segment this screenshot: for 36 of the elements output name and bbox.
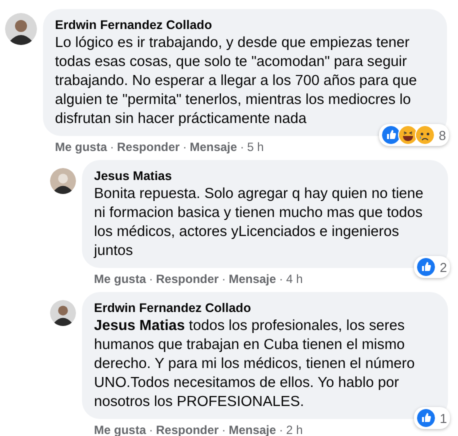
like-icon: [380, 125, 401, 145]
sad-face-icon: [414, 125, 435, 145]
comment-text: Jesus Matias todos los profesionales, los seres humanos que trabajan en Cuba tienen el mismo derecho. Y para mi los médicos, tienen el número UNO.Todos necesitamos de ellos. Yo hablo por nosotros los PROFESIONALES.: [94, 317, 416, 412]
reaction-count: 8: [438, 128, 446, 142]
separator-dot: ·: [149, 423, 154, 436]
author-name[interactable]: Jesus Matias: [94, 168, 436, 185]
reply-link[interactable]: Responder: [156, 272, 219, 286]
separator-dot: ·: [149, 272, 154, 286]
separator-dot: ·: [279, 423, 284, 436]
message-link[interactable]: Mensaje: [228, 272, 276, 286]
timestamp[interactable]: 5 h: [247, 140, 264, 154]
separator-dot: ·: [222, 423, 226, 436]
separator-dot: ·: [279, 272, 284, 286]
separator-dot: ·: [222, 272, 226, 286]
separator-dot: ·: [182, 140, 187, 154]
reaction-count: 2: [440, 260, 447, 274]
timestamp[interactable]: 4 h: [286, 272, 303, 286]
reaction-count: 1: [440, 410, 447, 426]
message-link[interactable]: Mensaje: [190, 140, 238, 154]
like-icon: [416, 257, 436, 277]
avatar[interactable]: [5, 13, 37, 45]
like-icon: [416, 408, 436, 428]
author-name[interactable]: Erdwin Fernandez Collado: [55, 17, 435, 34]
separator-dot: ·: [110, 140, 114, 154]
reply-link[interactable]: Responder: [117, 140, 180, 154]
avatar[interactable]: [50, 168, 76, 194]
laughing-face-icon: [398, 125, 418, 145]
like-link[interactable]: Me gusta: [55, 140, 108, 154]
reaction-badge[interactable]: 2: [414, 256, 450, 278]
reaction-badge[interactable]: 1: [414, 407, 450, 429]
reaction-badge[interactable]: 8: [378, 124, 449, 146]
separator-dot: ·: [240, 140, 244, 154]
timestamp[interactable]: 2 h: [286, 423, 303, 436]
like-link[interactable]: Me gusta: [94, 272, 146, 286]
avatar[interactable]: [50, 300, 76, 326]
author-name[interactable]: Erdwin Fernandez Collado: [94, 300, 436, 317]
